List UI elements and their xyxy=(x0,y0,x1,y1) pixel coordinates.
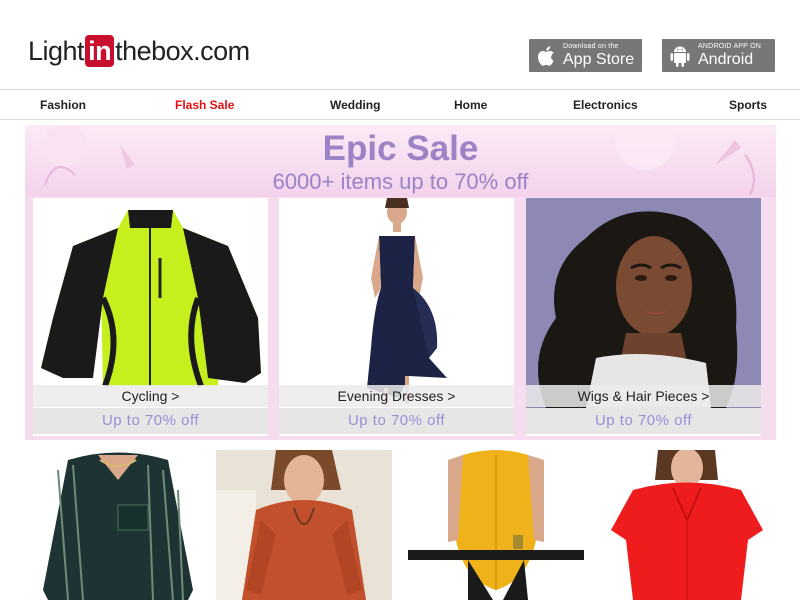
category-card-wigs[interactable]: Wigs & Hair Pieces > Up to 70% off xyxy=(526,198,761,436)
android-icon xyxy=(670,46,690,67)
android-big-text: Android xyxy=(698,51,754,68)
nav-home[interactable]: Home xyxy=(454,98,487,112)
android-app-button[interactable]: ANDROID APP ON Android xyxy=(662,39,775,72)
banner-subline: 6000+ items up to 70% off xyxy=(272,169,529,194)
app-store-button[interactable]: Download on the App Store xyxy=(529,39,642,72)
evening-dress-image xyxy=(279,198,514,408)
nav-wedding[interactable]: Wedding xyxy=(330,98,380,112)
nav-electronics[interactable]: Electronics xyxy=(573,98,638,112)
category-card-cycling[interactable]: Cycling > Up to 70% off xyxy=(33,198,268,436)
site-logo[interactable]: Light in thebox.com xyxy=(28,34,250,68)
android-small-text: ANDROID APP ON xyxy=(698,43,761,50)
app-store-small-text: Download on the xyxy=(563,43,619,50)
product-tile-yellow-top[interactable] xyxy=(408,450,584,600)
apple-icon xyxy=(538,45,554,66)
site-header: Light in thebox.com Download on the App St… xyxy=(0,0,800,90)
logo-text-in: in xyxy=(85,35,115,67)
category-nav: Fashion Flash Sale Wedding Home Electron… xyxy=(0,90,800,120)
logo-text-light: Light xyxy=(28,35,85,66)
nav-sports[interactable]: Sports xyxy=(729,98,767,112)
logo-text-thebox: thebox.com xyxy=(115,35,250,66)
card-label-evening-dresses[interactable]: Evening Dresses > xyxy=(279,385,514,407)
card-label-wigs[interactable]: Wigs & Hair Pieces > xyxy=(526,385,761,407)
banner-header: Epic Sale 6000+ items up to 70% off xyxy=(25,125,776,197)
product-tile-orange-top[interactable] xyxy=(216,450,392,600)
category-card-evening-dresses[interactable]: Evening Dresses > Up to 70% off xyxy=(279,198,514,436)
card-offer-evening-dresses: Up to 70% off xyxy=(279,408,514,434)
wigs-model-image xyxy=(526,198,761,408)
product-tile-striped-shirt[interactable] xyxy=(38,450,198,600)
nav-fashion[interactable]: Fashion xyxy=(40,98,86,112)
app-store-big-text: App Store xyxy=(563,51,635,68)
card-label-cycling[interactable]: Cycling > xyxy=(33,385,268,407)
card-offer-wigs: Up to 70% off xyxy=(526,408,761,434)
card-offer-cycling: Up to 70% off xyxy=(33,408,268,434)
product-tile-red-blouse[interactable] xyxy=(603,450,771,600)
banner-headline: Epic Sale xyxy=(322,129,479,168)
cycling-jacket-image xyxy=(33,198,268,408)
nav-flash-sale[interactable]: Flash Sale xyxy=(175,98,234,112)
